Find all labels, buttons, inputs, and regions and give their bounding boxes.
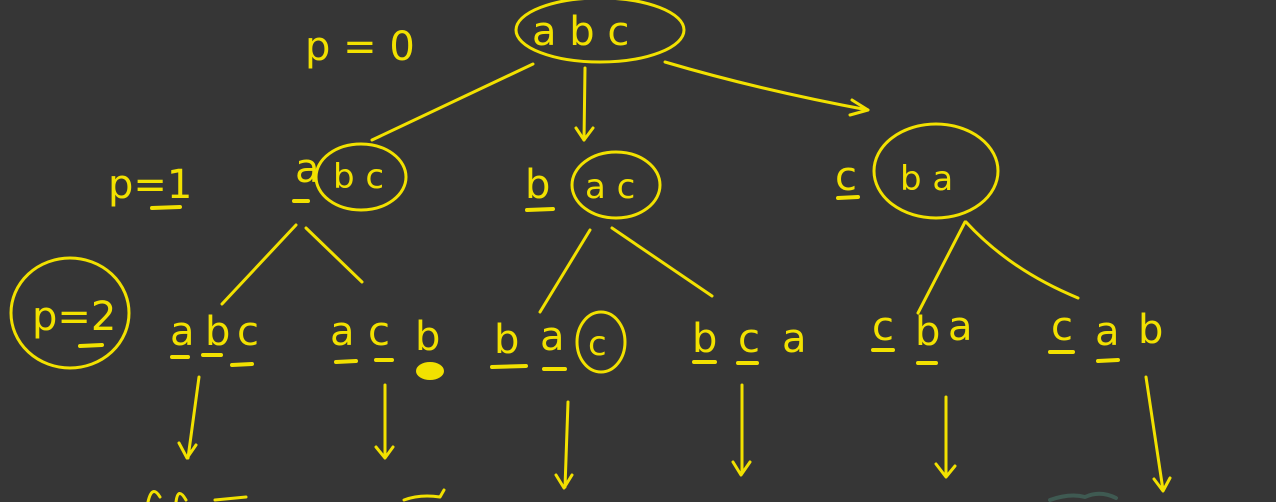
leaf-3: b c a bbox=[692, 316, 807, 365]
leaf-1-ink-blot bbox=[416, 362, 444, 380]
edge-l1right-leaf4 bbox=[916, 220, 967, 315]
leaf-2-char-3: c bbox=[588, 324, 607, 364]
down-arrow-2 bbox=[554, 400, 574, 490]
leaf-1-char-3: b bbox=[415, 314, 440, 360]
edge-l1left-leaf0 bbox=[220, 223, 298, 306]
leaf-2-char-1: b bbox=[494, 317, 519, 363]
leaf-2-underlines bbox=[490, 364, 567, 371]
l1-right-rest: b a bbox=[900, 159, 953, 199]
leaf-0-char-1: a bbox=[170, 309, 195, 355]
level-p2-underline bbox=[78, 343, 104, 348]
leaf-1: a c b bbox=[330, 309, 444, 380]
leaf-0: a b c bbox=[170, 309, 259, 367]
level-p1-underline bbox=[150, 205, 182, 210]
l1-left-rest: b c bbox=[333, 157, 384, 197]
cutoff-writing-mid bbox=[402, 488, 446, 502]
down-arrow-1 bbox=[374, 383, 395, 460]
edge-root-left bbox=[370, 62, 535, 142]
leaf-4-char-3: a bbox=[948, 304, 973, 350]
l1-mid-rest: a c bbox=[585, 167, 635, 207]
edge-l1mid-leaf3 bbox=[610, 226, 714, 298]
leaf-1-underlines bbox=[334, 358, 394, 364]
leaf-3-char-2: c bbox=[738, 316, 760, 362]
root-node-label: a b c bbox=[532, 9, 629, 55]
l1-mid-fixed: b bbox=[525, 162, 550, 208]
level-label-p2: p=2 bbox=[32, 294, 116, 340]
down-arrow-4 bbox=[934, 395, 957, 479]
leaf-3-underlines bbox=[692, 360, 759, 365]
cutoff-writing-right bbox=[1048, 491, 1118, 502]
leaf-5: c a b bbox=[1048, 304, 1163, 363]
leaf-0-char-2: b bbox=[205, 309, 230, 355]
down-arrow-0 bbox=[177, 375, 201, 460]
leaf-5-char-2: a bbox=[1095, 309, 1120, 355]
leaf-2: b a c bbox=[490, 310, 627, 374]
leaf-4-char-2: b bbox=[915, 309, 940, 355]
down-arrow-5 bbox=[1144, 375, 1172, 493]
whiteboard-canvas: p = 0 p=1 p=2 a b c a b c b a c c b a a … bbox=[9, 0, 1172, 502]
leaf-5-char-1: c bbox=[1051, 304, 1073, 350]
leaf-0-char-3: c bbox=[237, 309, 259, 355]
leaf-4: c b a bbox=[871, 304, 973, 365]
l1-mid-fixed-underline bbox=[525, 207, 555, 212]
leaf-5-char-3: b bbox=[1138, 307, 1163, 353]
edge-root-mid bbox=[582, 66, 587, 142]
leaf-3-char-3: a bbox=[782, 316, 807, 362]
leaf-1-char-2: c bbox=[368, 309, 390, 355]
level-label-p1: p=1 bbox=[108, 162, 192, 208]
leaf-2-char-2: a bbox=[540, 314, 565, 360]
l1-right-fixed: c bbox=[835, 154, 857, 200]
l1-right-fixed-underline bbox=[836, 195, 860, 200]
leaf-4-char-1: c bbox=[872, 304, 894, 350]
leaf-0-underlines bbox=[170, 353, 254, 367]
edge-l1right-leaf5 bbox=[964, 220, 1080, 300]
edge-root-right bbox=[663, 60, 870, 112]
edge-l1left-leaf1 bbox=[304, 226, 364, 284]
leaf-3-char-1: b bbox=[692, 316, 717, 362]
edge-l1mid-leaf2 bbox=[538, 228, 592, 314]
leaf-1-char-1: a bbox=[330, 309, 355, 355]
level-label-p0: p = 0 bbox=[305, 24, 415, 70]
cutoff-writing-left bbox=[146, 490, 248, 502]
down-arrow-3 bbox=[731, 383, 752, 477]
